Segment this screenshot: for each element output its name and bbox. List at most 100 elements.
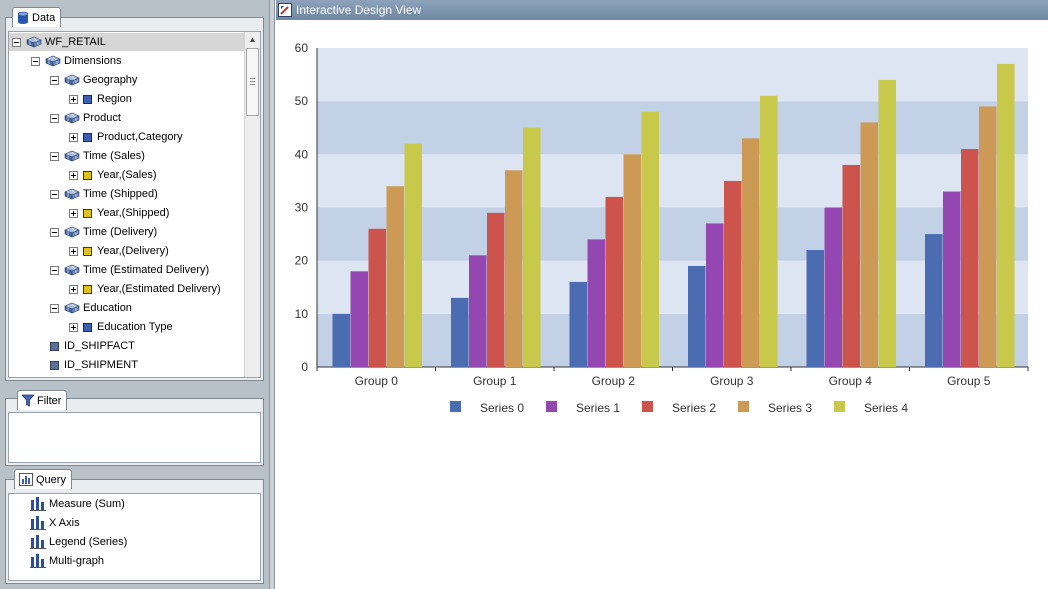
grid-band — [317, 101, 1028, 155]
tab-data-label: Data — [32, 11, 56, 24]
grid-band — [317, 313, 1028, 367]
design-view-title: Interactive Design View — [296, 3, 422, 17]
bar — [641, 111, 659, 367]
tree-node[interactable]: Year,(Delivery) — [9, 242, 244, 260]
hierarchy-icon — [83, 94, 92, 104]
collapse-icon[interactable] — [50, 265, 59, 275]
tree-node[interactable]: Year,(Sales) — [9, 166, 244, 184]
data-tree[interactable]: WF_RETAIL Dimensions Geography Region Produc… — [8, 31, 261, 378]
tree-node-label: Product,Category — [97, 131, 183, 143]
grid-band — [317, 48, 1028, 102]
bar-chart[interactable]: 0 10 20 30 40 50 60 Group 0 Group 1 Group 2 Group … — [276, 20, 1048, 440]
tree-node-label: Education Type — [97, 321, 173, 333]
tree-node[interactable]: Product — [9, 109, 244, 127]
bar — [350, 271, 368, 367]
collapse-icon[interactable] — [31, 56, 40, 66]
dimension-icon — [64, 74, 80, 86]
data-panel: WF_RETAIL Dimensions Geography Region Produc… — [5, 17, 264, 381]
tab-filter[interactable]: Filter — [17, 390, 68, 410]
measure-bucket-icon — [30, 497, 46, 511]
bar — [943, 191, 961, 367]
bar — [368, 228, 386, 367]
filter-icon — [22, 394, 34, 407]
tab-query[interactable]: Query — [14, 469, 72, 489]
tree-node[interactable]: Dimensions — [9, 52, 244, 70]
legend-bucket-icon — [30, 535, 46, 549]
tab-data[interactable]: Data — [12, 7, 62, 27]
tree-node[interactable]: Year,(Estimated Delivery) — [9, 280, 244, 298]
tab-query-label: Query — [36, 473, 66, 486]
expand-icon[interactable] — [69, 284, 78, 294]
collapse-icon[interactable] — [50, 151, 59, 161]
bar — [688, 265, 706, 367]
dimension-icon — [64, 150, 80, 162]
hierarchy-icon — [83, 322, 92, 332]
expand-icon[interactable] — [69, 170, 78, 180]
collapse-icon[interactable] — [50, 189, 59, 199]
bar — [404, 143, 422, 367]
tree-vertical-scrollbar[interactable]: ▲ — [244, 32, 260, 377]
scroll-thumb[interactable] — [246, 48, 259, 116]
query-bucket[interactable]: X Axis — [30, 513, 80, 532]
collapse-icon[interactable] — [50, 75, 59, 85]
tree-node[interactable]: Region — [9, 90, 244, 108]
tree-node[interactable]: Education — [9, 299, 244, 317]
field-icon — [50, 341, 59, 351]
query-bucket-label: Measure (Sum) — [49, 497, 125, 510]
tree-node[interactable]: Time (Estimated Delivery) — [9, 261, 244, 279]
collapse-icon[interactable] — [50, 303, 59, 313]
tree-node[interactable]: ID_SHIPMENT — [9, 356, 244, 374]
dimension-icon — [64, 188, 80, 200]
tree-node-label: Time (Estimated Delivery) — [83, 264, 210, 276]
bar — [487, 212, 505, 367]
legend-swatch — [834, 401, 845, 412]
legend-label: Series 0 — [480, 401, 524, 415]
time-hierarchy-icon — [83, 284, 92, 294]
tree-node[interactable]: Education Type — [9, 318, 244, 336]
y-tick-label: 20 — [295, 254, 309, 268]
tree-node[interactable]: Year,(Shipped) — [9, 204, 244, 222]
scroll-up-icon[interactable]: ▲ — [245, 32, 260, 47]
time-hierarchy-icon — [83, 208, 92, 218]
tree-node-label: Time (Delivery) — [83, 226, 158, 238]
tree-node[interactable]: WF_RETAIL — [9, 33, 244, 51]
tree-node[interactable]: Product,Category — [9, 128, 244, 146]
query-bucket-label: Legend (Series) — [49, 535, 128, 548]
tree-node-label: Education — [83, 302, 132, 314]
expand-icon[interactable] — [69, 246, 78, 256]
dimension-icon — [64, 264, 80, 276]
collapse-icon[interactable] — [50, 227, 59, 237]
query-bucket[interactable]: Measure (Sum) — [30, 494, 125, 513]
expand-icon[interactable] — [69, 94, 78, 104]
tree-node-label: ID_SHIPFACT — [64, 340, 135, 352]
tree-rows: WF_RETAIL Dimensions Geography Region Produc… — [9, 32, 244, 377]
query-bucket[interactable]: Multi-graph — [30, 551, 104, 570]
bar — [925, 234, 943, 367]
query-bucket[interactable]: Legend (Series) — [30, 532, 127, 551]
cube-icon — [26, 36, 42, 48]
time-hierarchy-icon — [83, 170, 92, 180]
bar — [332, 313, 350, 367]
tree-node[interactable]: ID_SHIPFACT — [9, 337, 244, 355]
tree-node[interactable]: Time (Sales) — [9, 147, 244, 165]
expand-icon[interactable] — [69, 132, 78, 142]
filter-drop-area[interactable] — [8, 412, 261, 463]
tree-node-label: Dimensions — [64, 55, 122, 67]
legend-swatch — [738, 401, 749, 412]
collapse-icon[interactable] — [50, 113, 59, 123]
design-view-titlebar: Interactive Design View — [276, 0, 1048, 20]
legend-label: Series 4 — [864, 401, 908, 415]
tree-node[interactable]: Time (Delivery) — [9, 223, 244, 241]
tree-node[interactable]: Time (Shipped) — [9, 185, 244, 203]
panel-splitter[interactable] — [270, 0, 275, 589]
time-hierarchy-icon — [83, 246, 92, 256]
design-canvas[interactable]: 0 10 20 30 40 50 60 Group 0 Group 1 Group 2 Group … — [276, 20, 1048, 589]
collapse-icon[interactable] — [12, 37, 21, 47]
tree-node[interactable]: Geography — [9, 71, 244, 89]
expand-icon[interactable] — [69, 322, 78, 332]
tree-node-label: Geography — [83, 74, 138, 86]
expand-icon[interactable] — [69, 208, 78, 218]
tree-node-label: Year,(Estimated Delivery) — [97, 283, 221, 295]
bar — [806, 250, 824, 367]
bar — [724, 180, 742, 367]
